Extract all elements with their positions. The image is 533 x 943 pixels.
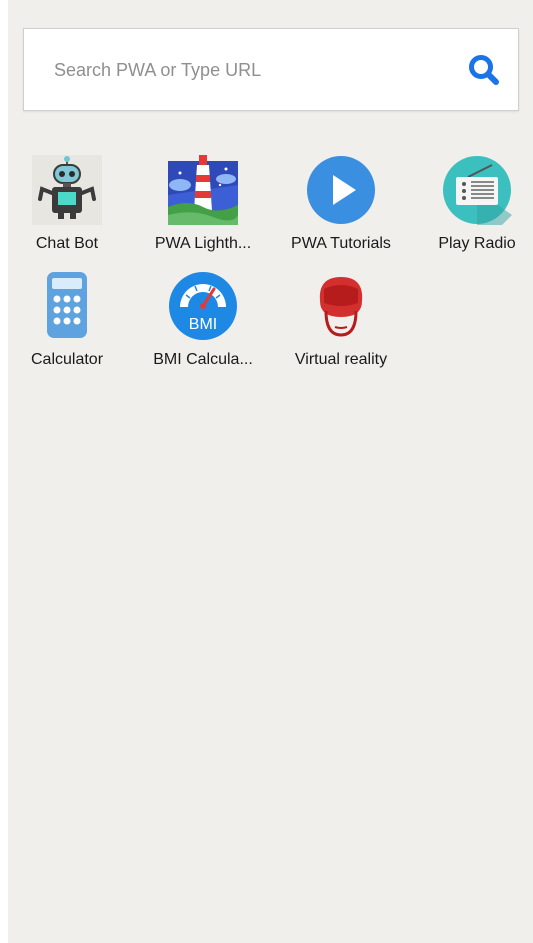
search-button[interactable] bbox=[466, 52, 502, 88]
search-bar bbox=[23, 28, 519, 111]
app-label: Chat Bot bbox=[35, 235, 99, 252]
app-pwa-lighthouse[interactable]: PWA Lighth... bbox=[144, 155, 262, 253]
lighthouse-icon bbox=[168, 155, 238, 225]
app-bmi-calculator[interactable]: BMI BMI Calcula... bbox=[144, 271, 262, 369]
app-label: Play Radio bbox=[438, 235, 516, 252]
search-input[interactable] bbox=[54, 51, 434, 89]
vr-headset-icon bbox=[319, 277, 363, 337]
app-label: Virtual reality bbox=[294, 351, 388, 368]
calculator-icon bbox=[47, 272, 87, 338]
robot-icon bbox=[32, 155, 102, 225]
app-virtual-reality[interactable]: Virtual reality bbox=[282, 271, 400, 369]
bmi-gauge-icon: BMI bbox=[169, 272, 237, 340]
radio-icon bbox=[443, 156, 512, 225]
app-chat-bot[interactable]: Chat Bot bbox=[8, 155, 126, 253]
search-icon bbox=[469, 55, 499, 85]
app-label: BMI Calcula... bbox=[153, 351, 253, 368]
app-label: Calculator bbox=[30, 351, 104, 368]
app-calculator[interactable]: Calculator bbox=[8, 271, 126, 369]
bmi-icon-text: BMI bbox=[189, 316, 217, 333]
app-label: PWA Tutorials bbox=[291, 235, 391, 252]
app-pwa-tutorials[interactable]: PWA Tutorials bbox=[282, 155, 400, 253]
app-play-radio[interactable]: Play Radio bbox=[418, 155, 533, 253]
app-screen: Chat Bot PWA Lighth... bbox=[8, 0, 533, 943]
app-label: PWA Lighth... bbox=[154, 235, 252, 252]
play-icon bbox=[307, 156, 375, 224]
